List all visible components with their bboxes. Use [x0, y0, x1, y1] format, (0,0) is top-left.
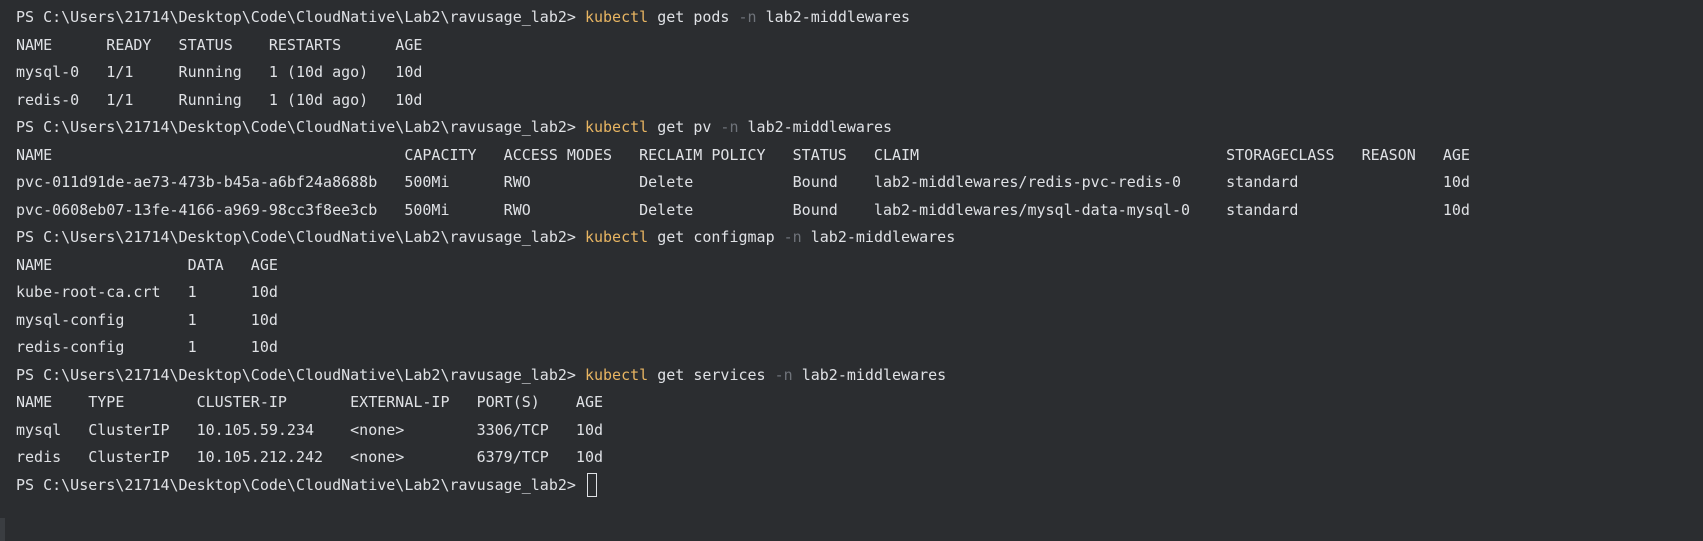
command-args: get services [648, 365, 775, 384]
command-flag: -n [720, 118, 739, 136]
command-name: kubectl [584, 8, 649, 26]
output-line: NAME TYPE CLUSTER-IP EXTERNAL-IP PORT(S)… [16, 393, 603, 411]
prompt-line: PS C:\Users\21714\Desktop\Code\CloudNati… [16, 224, 1703, 252]
output-line: pvc-011d91de-ae73-473b-b45a-a6bf24a8688b… [16, 173, 1470, 191]
command-flag: -n [774, 365, 793, 384]
output-line: pvc-0608eb07-13fe-4166-a969-98cc3f8ee3cb… [16, 200, 1470, 219]
command-name: kubectl [584, 118, 649, 136]
text-cursor[interactable] [586, 473, 597, 497]
output-line: redis-0 1/1 Running 1 (10d ago) 10d [16, 90, 423, 109]
output-line: mysql-config 1 10d [16, 310, 278, 329]
prompt-line: PS C:\Users\21714\Desktop\Code\CloudNati… [16, 4, 1703, 32]
terminal-output[interactable]: PS C:\Users\21714\Desktop\Code\CloudNati… [0, 0, 1703, 541]
prompt-text: PS C:\Users\21714\Desktop\Code\CloudNati… [16, 475, 585, 494]
command-args: get pv [648, 118, 721, 136]
output-line: mysql ClusterIP 10.105.59.234 <none> 330… [16, 420, 603, 439]
command-args: get configmap [648, 228, 784, 246]
command-args: lab2-middlewares [801, 228, 956, 246]
command-args: get pods [648, 8, 739, 26]
command-name: kubectl [584, 365, 649, 384]
prompt-line: PS C:\Users\21714\Desktop\Code\CloudNati… [16, 114, 1703, 142]
output-line: mysql-0 1/1 Running 1 (10d ago) 10d [16, 63, 423, 81]
output-line: NAME READY STATUS RESTARTS AGE [16, 35, 423, 54]
resize-handle [0, 518, 5, 541]
output-line: kube-root-ca.crt 1 10d [16, 283, 278, 301]
prompt-text: PS C:\Users\21714\Desktop\Code\CloudNati… [16, 365, 585, 384]
command-args: lab2-middlewares [792, 365, 947, 384]
command-args: lab2-middlewares [738, 118, 893, 136]
command-args: lab2-middlewares [756, 8, 911, 26]
command-name: kubectl [584, 228, 649, 246]
output-line: NAME CAPACITY ACCESS MODES RECLAIM POLIC… [16, 145, 1470, 164]
active-prompt-line[interactable]: PS C:\Users\21714\Desktop\Code\CloudNati… [16, 472, 1703, 500]
prompt-line: PS C:\Users\21714\Desktop\Code\CloudNati… [16, 362, 1703, 390]
prompt-text: PS C:\Users\21714\Desktop\Code\CloudNati… [16, 8, 585, 26]
output-line: redis ClusterIP 10.105.212.242 <none> 63… [16, 448, 603, 466]
command-flag: -n [783, 228, 802, 246]
output-line: redis-config 1 10d [16, 338, 278, 356]
prompt-text: PS C:\Users\21714\Desktop\Code\CloudNati… [16, 228, 585, 246]
command-flag: -n [738, 8, 757, 26]
prompt-text: PS C:\Users\21714\Desktop\Code\CloudNati… [16, 118, 585, 136]
output-line: NAME DATA AGE [16, 255, 278, 274]
